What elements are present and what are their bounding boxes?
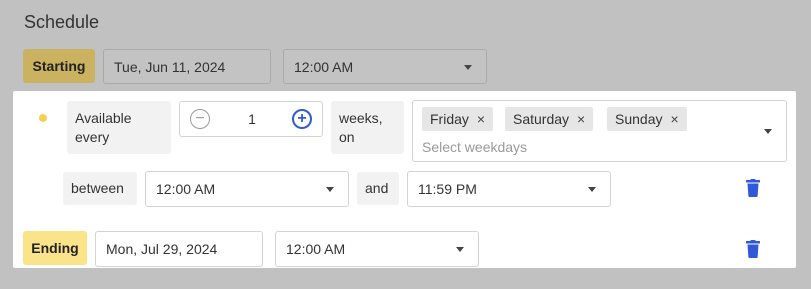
weeks-on-text: weeks, on bbox=[339, 109, 383, 145]
between-end-time-select[interactable]: 11:59 PM bbox=[407, 171, 611, 207]
start-date-field[interactable]: Tue, Jun 11, 2024 bbox=[103, 49, 271, 84]
weekdays-placeholder: Select weekdays bbox=[422, 139, 528, 155]
weekday-chip-saturday: Saturday × bbox=[505, 107, 594, 131]
minus-icon: − bbox=[195, 110, 205, 127]
trash-icon bbox=[746, 179, 760, 197]
weeks-on-label: weeks, on bbox=[331, 101, 404, 154]
start-time-value: 12:00 AM bbox=[294, 58, 354, 75]
chevron-down-icon[interactable] bbox=[764, 129, 772, 134]
available-every-label: Available every bbox=[67, 101, 171, 154]
trash-icon bbox=[746, 240, 760, 258]
start-time-select[interactable]: 12:00 AM bbox=[283, 49, 487, 84]
increment-button[interactable]: + bbox=[292, 109, 312, 129]
weekday-chip-friday: Friday × bbox=[422, 107, 494, 131]
delete-ending-button[interactable] bbox=[746, 240, 760, 261]
weeks-count: 1 bbox=[248, 111, 256, 127]
end-date-field[interactable]: Mon, Jul 29, 2024 bbox=[95, 231, 263, 267]
weekday-chip-label: Friday bbox=[430, 111, 469, 127]
close-icon[interactable]: × bbox=[477, 111, 485, 127]
delete-rule-button[interactable] bbox=[746, 179, 760, 200]
and-text: and bbox=[365, 180, 389, 196]
weekday-chip-sunday: Sunday × bbox=[607, 107, 687, 131]
start-date-value: Tue, Jun 11, 2024 bbox=[114, 58, 226, 75]
between-end-time-value: 11:59 PM bbox=[418, 181, 477, 197]
between-start-time-value: 12:00 AM bbox=[156, 181, 216, 197]
plus-icon: + bbox=[297, 110, 307, 127]
chevron-down-icon bbox=[464, 64, 472, 70]
weekday-chip-label: Saturday bbox=[513, 111, 570, 127]
section-title: Schedule bbox=[24, 12, 100, 32]
between-label: between bbox=[63, 172, 137, 205]
chevron-down-icon bbox=[588, 187, 596, 192]
between-start-time-select[interactable]: 12:00 AM bbox=[145, 171, 349, 207]
decrement-button[interactable]: − bbox=[190, 109, 210, 129]
chevron-down-icon bbox=[326, 187, 334, 192]
weekday-chip-label: Sunday bbox=[615, 111, 663, 127]
between-text: between bbox=[71, 180, 124, 196]
ending-tag: Ending bbox=[23, 231, 87, 265]
close-icon[interactable]: × bbox=[577, 111, 585, 127]
and-label: and bbox=[357, 172, 399, 205]
end-time-select[interactable]: 12:00 AM bbox=[275, 231, 479, 267]
weekdays-multiselect[interactable]: Friday × Saturday × Sunday × Select week… bbox=[412, 100, 787, 162]
status-dot bbox=[39, 114, 47, 122]
end-time-value: 12:00 AM bbox=[286, 241, 346, 257]
end-date-value: Mon, Jul 29, 2024 bbox=[106, 241, 218, 257]
available-every-text: Available every bbox=[75, 109, 132, 145]
chevron-down-icon bbox=[456, 247, 464, 252]
close-icon[interactable]: × bbox=[670, 111, 678, 127]
weeks-stepper[interactable]: − 1 + bbox=[179, 101, 323, 137]
starting-tag: Starting bbox=[23, 49, 95, 83]
